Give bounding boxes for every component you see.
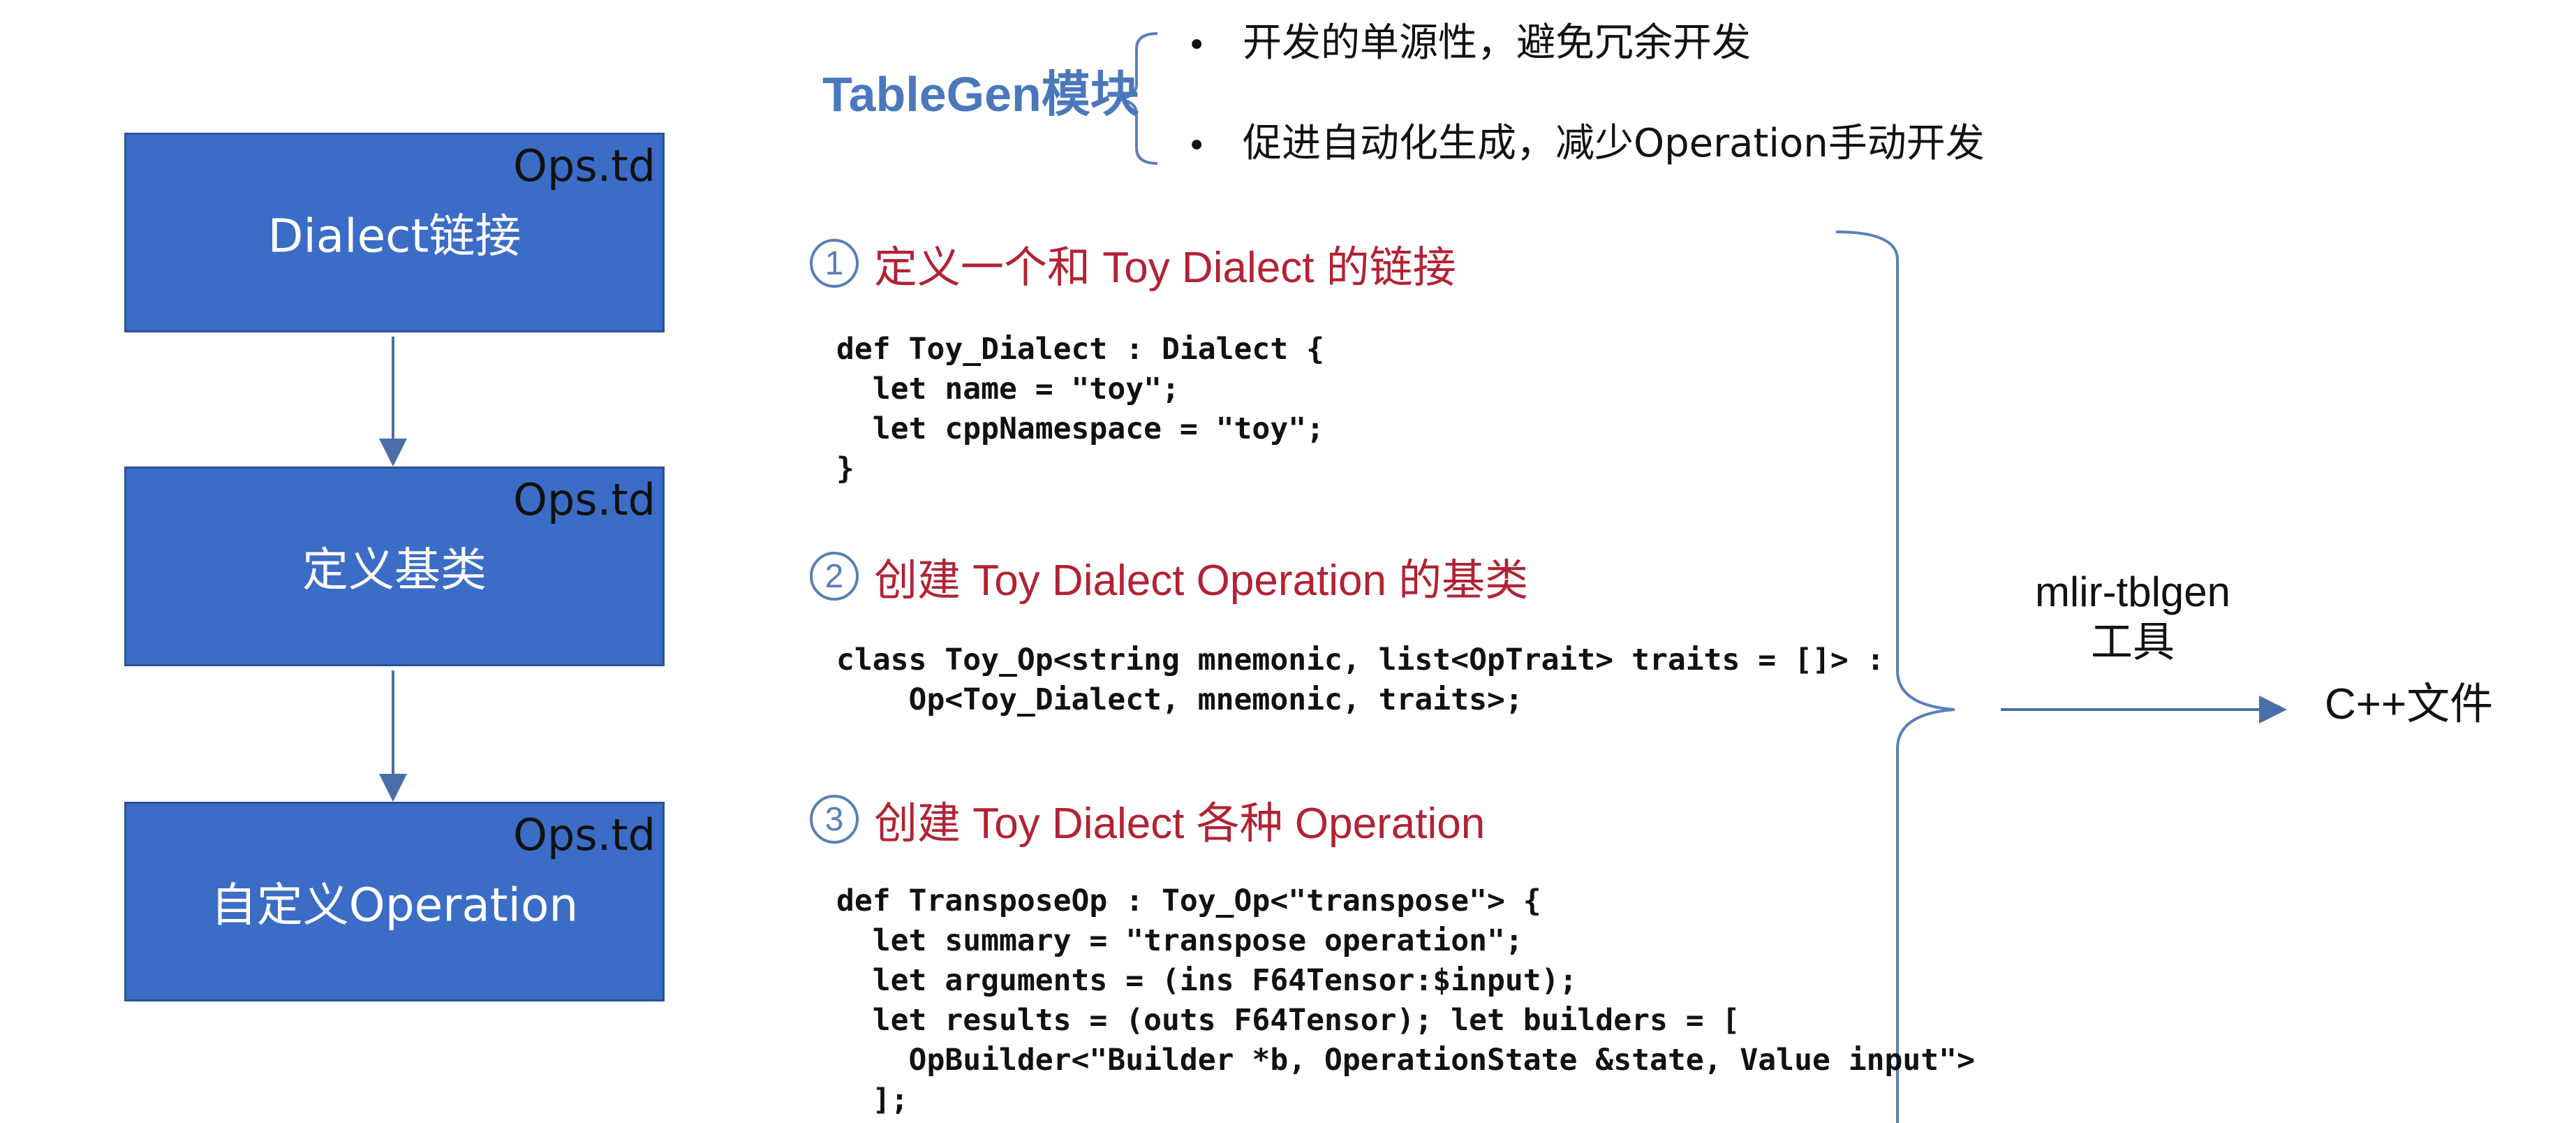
section-title: 定义一个和 Toy Dialect 的链接 bbox=[874, 244, 1456, 292]
section-number: 3 bbox=[810, 795, 859, 844]
box-label: Dialect链接 bbox=[267, 209, 521, 263]
section-title: 创建 Toy Dialect 各种 Operation bbox=[874, 800, 1486, 848]
flow-box-dialect-link: Ops.td Dialect链接 bbox=[124, 133, 665, 332]
box-file-label: Ops.td bbox=[513, 809, 656, 860]
box-file-label: Ops.td bbox=[513, 474, 656, 525]
section-2-heading: 2 创建 Toy Dialect Operation 的基类 bbox=[810, 545, 1528, 608]
tablegen-bullet: • 促进自动化生成，减少Operation手动开发 bbox=[1187, 124, 1985, 163]
cpp-file-output: C++文件 bbox=[2325, 680, 2494, 728]
bullet-text: 促进自动化生成，减少Operation手动开发 bbox=[1243, 121, 1985, 166]
flow-box-custom-operation: Ops.td 自定义Operation bbox=[124, 802, 665, 1001]
bullet-symbol: • bbox=[1187, 126, 1207, 166]
tablegen-module-title: TableGen模块 bbox=[822, 67, 1139, 122]
bullet-text: 开发的单源性，避免冗余开发 bbox=[1243, 20, 1751, 66]
box-label: 定义基类 bbox=[302, 543, 487, 597]
section-2-code: class Toy_Op<string mnemonic, list<OpTra… bbox=[836, 643, 1885, 717]
tool-suffix: 工具 bbox=[2091, 619, 2175, 666]
section-number: 2 bbox=[810, 552, 859, 601]
section-1-heading: 1 定义一个和 Toy Dialect 的链接 bbox=[810, 232, 1456, 295]
tablegen-bullet: • 开发的单源性，避免冗余开发 bbox=[1187, 24, 1751, 63]
section-3-code: def TransposeOp : Toy_Op<"transpose"> { … bbox=[836, 883, 1975, 1117]
box-file-label: Ops.td bbox=[513, 140, 656, 191]
flow-box-base-class: Ops.td 定义基类 bbox=[124, 467, 665, 666]
section-title: 创建 Toy Dialect Operation 的基类 bbox=[874, 557, 1529, 605]
box-label: 自定义Operation bbox=[210, 878, 579, 932]
section-3-heading: 3 创建 Toy Dialect 各种 Operation bbox=[810, 788, 1485, 851]
mlir-tblgen-tool-label: mlir-tblgen 工具 bbox=[1976, 567, 2290, 668]
tool-name: mlir-tblgen bbox=[2034, 568, 2231, 615]
bullet-symbol: • bbox=[1187, 25, 1207, 65]
section-number: 1 bbox=[810, 239, 859, 288]
section-1-code: def Toy_Dialect : Dialect { let name = "… bbox=[836, 332, 1324, 486]
